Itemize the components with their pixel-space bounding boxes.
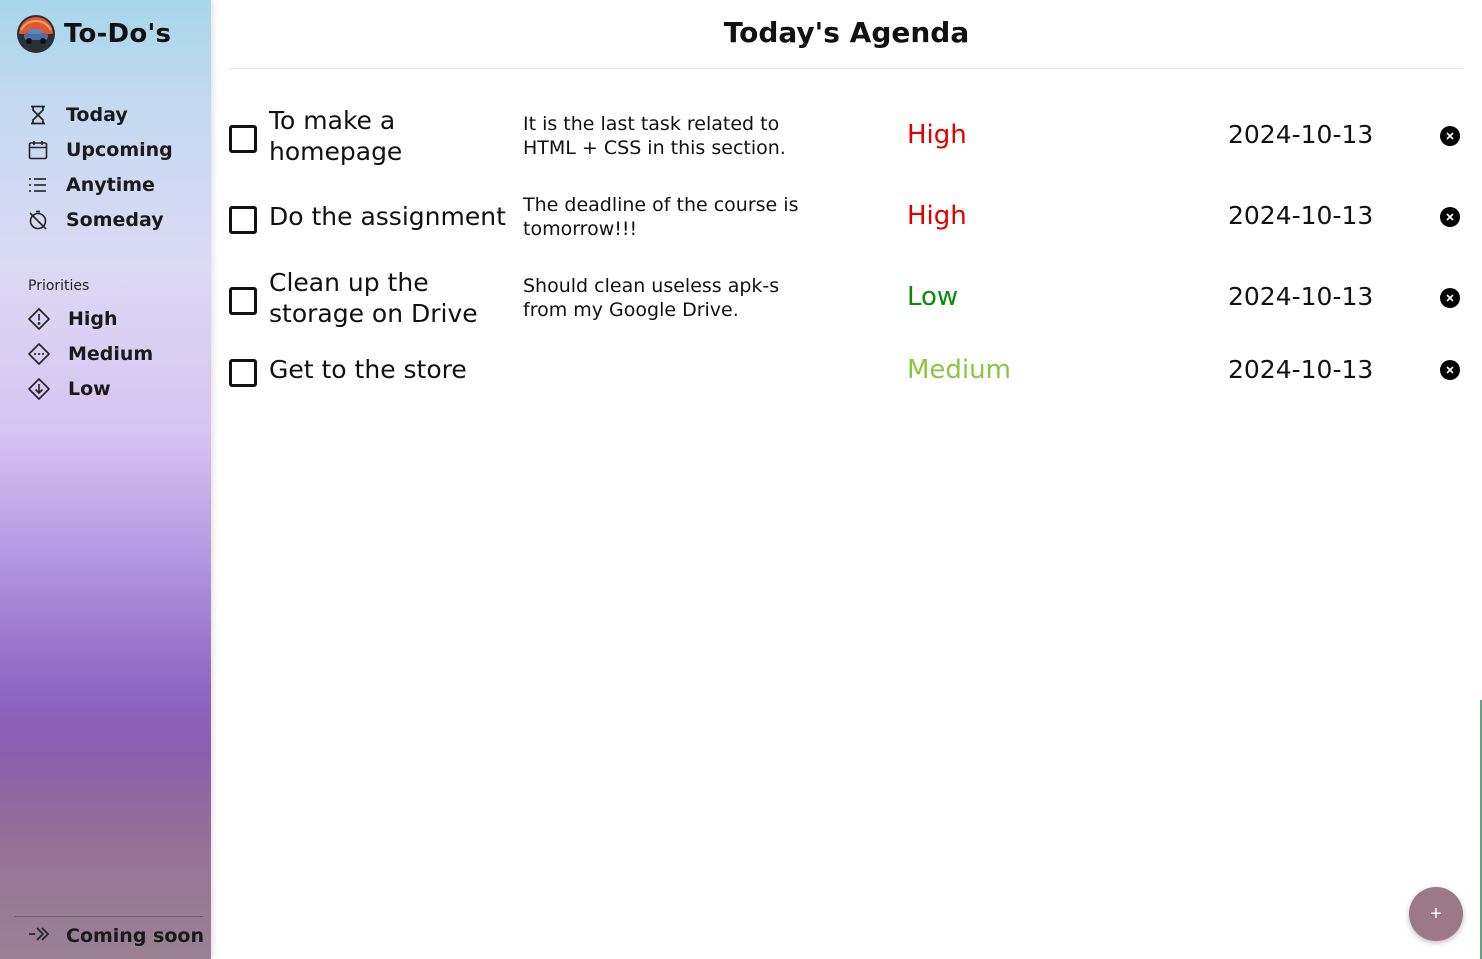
delete-task-button[interactable] xyxy=(1440,288,1460,308)
sidebar-divider xyxy=(14,916,203,917)
priority-item-high[interactable]: High xyxy=(28,301,153,336)
main-content: Today's Agenda To make a homepage It is … xyxy=(211,0,1482,959)
priority-label: Low xyxy=(68,377,111,400)
task-name: Get to the store xyxy=(269,355,467,384)
task-name: Clean up the storage on Drive xyxy=(269,268,478,328)
close-icon xyxy=(1446,366,1454,374)
sidebar: To-Do's Today Upcoming Anytime Someday P… xyxy=(0,0,211,959)
task-row: Do the assignment The deadline of the co… xyxy=(229,185,1469,251)
nav-label: Anytime xyxy=(66,173,155,196)
task-name: To make a homepage xyxy=(269,106,403,166)
task-date: 2024-10-13 xyxy=(1228,120,1374,149)
list-icon xyxy=(28,175,48,195)
priority-label: Medium xyxy=(68,342,154,365)
nav-item-upcoming[interactable]: Upcoming xyxy=(28,132,173,167)
close-icon xyxy=(1446,294,1454,302)
nav-item-anytime[interactable]: Anytime xyxy=(28,167,173,202)
nav-label: Upcoming xyxy=(66,138,173,161)
task-checkbox[interactable] xyxy=(229,359,257,387)
add-task-button[interactable]: + xyxy=(1409,887,1463,941)
task-priority: Low xyxy=(907,282,959,312)
brand[interactable]: To-Do's xyxy=(16,14,171,54)
task-date: 2024-10-13 xyxy=(1228,201,1374,230)
delete-task-button[interactable] xyxy=(1440,207,1460,227)
coming-soon-link[interactable]: Coming soon xyxy=(28,925,204,947)
diamond-arrow-down-icon xyxy=(28,377,50,400)
task-name: Do the assignment xyxy=(269,202,506,231)
car-logo-icon xyxy=(17,15,55,53)
task-date: 2024-10-13 xyxy=(1228,355,1374,384)
task-checkbox[interactable] xyxy=(229,125,257,153)
priorities-heading: Priorities xyxy=(28,278,90,294)
task-date: 2024-10-13 xyxy=(1228,282,1374,311)
task-priority: High xyxy=(907,201,967,231)
diamond-dots-icon xyxy=(28,342,50,365)
task-description: Should clean useless apk-s from my Googl… xyxy=(523,275,780,321)
main-nav: Today Upcoming Anytime Someday xyxy=(28,97,173,237)
task-description: The deadline of the course is tomorrow!!… xyxy=(523,194,799,240)
task-priority: High xyxy=(907,120,967,150)
nav-label: Today xyxy=(66,103,128,126)
timer-off-icon xyxy=(28,210,48,230)
task-row: To make a homepage It is the last task r… xyxy=(229,104,1469,170)
priority-item-low[interactable]: Low xyxy=(28,371,153,406)
hourglass-icon xyxy=(28,105,48,125)
close-icon xyxy=(1446,132,1454,140)
task-checkbox[interactable] xyxy=(229,287,257,315)
app-title: To-Do's xyxy=(64,19,172,49)
coming-soon-label: Coming soon xyxy=(66,925,204,947)
task-row: Get to the store Medium 2024-10-13 xyxy=(229,349,1469,393)
task-row: Clean up the storage on Drive Should cle… xyxy=(229,266,1469,332)
page-title: Today's Agenda xyxy=(723,16,970,49)
task-description: It is the last task related to HTML + CS… xyxy=(523,113,786,159)
diamond-exclamation-icon xyxy=(28,307,50,330)
double-arrow-right-icon xyxy=(28,925,50,947)
priority-list: High Medium Low xyxy=(28,301,153,406)
task-priority: Medium xyxy=(907,355,1011,385)
priority-item-medium[interactable]: Medium xyxy=(28,336,153,371)
nav-item-today[interactable]: Today xyxy=(28,97,173,132)
delete-task-button[interactable] xyxy=(1440,126,1460,146)
task-checkbox[interactable] xyxy=(229,206,257,234)
calendar-icon xyxy=(28,140,48,160)
nav-label: Someday xyxy=(66,208,164,231)
delete-task-button[interactable] xyxy=(1440,360,1460,380)
nav-item-someday[interactable]: Someday xyxy=(28,202,173,237)
close-icon xyxy=(1446,213,1454,221)
priority-label: High xyxy=(68,307,118,330)
title-divider xyxy=(229,68,1463,69)
